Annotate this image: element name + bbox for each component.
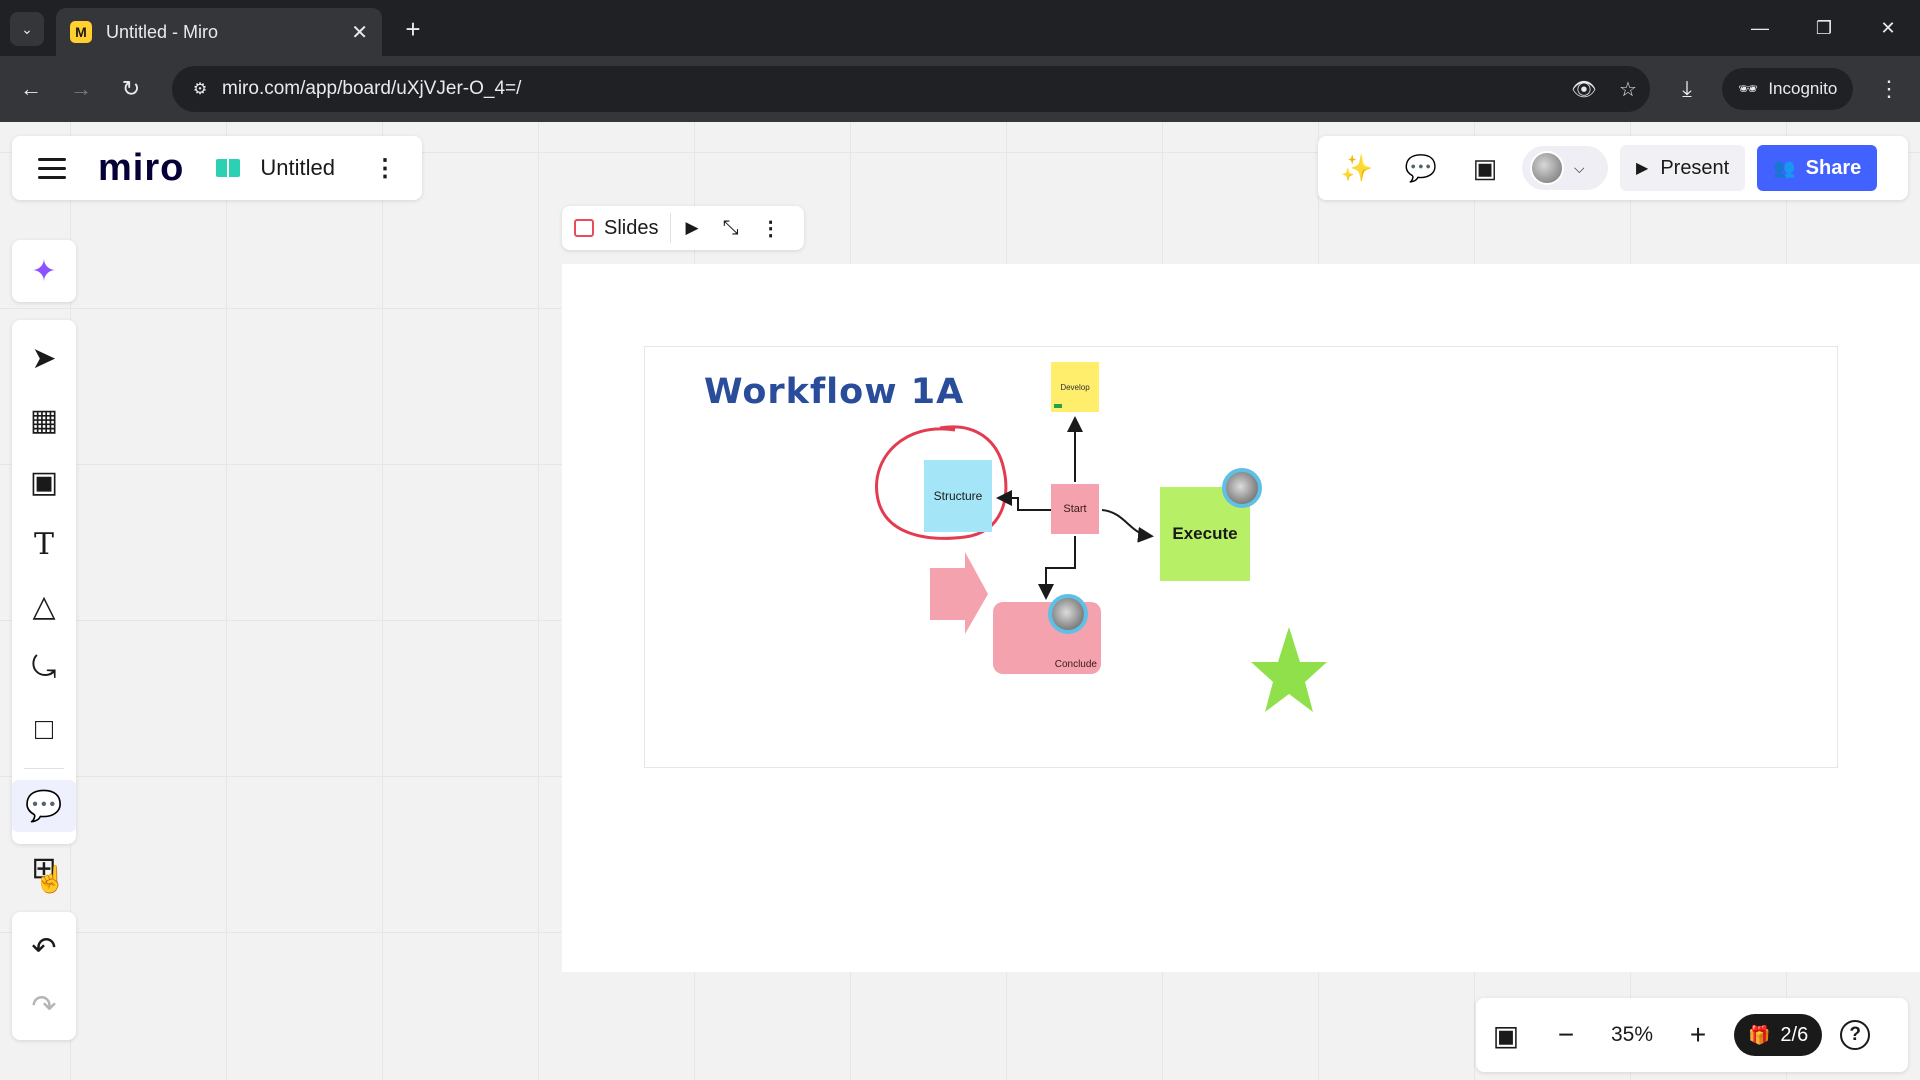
sticky-note-conclude-text: Conclude bbox=[1054, 659, 1097, 670]
templates-icon[interactable]: ▦ bbox=[12, 394, 76, 446]
tab-close-icon[interactable]: ✕ bbox=[351, 20, 368, 45]
chat-icon[interactable]: 💬 bbox=[1396, 148, 1446, 188]
zoom-in-icon[interactable]: + bbox=[1668, 1019, 1728, 1051]
zoom-level[interactable]: 35% bbox=[1596, 1023, 1668, 1047]
board-name[interactable]: Untitled bbox=[260, 155, 335, 181]
present-label: Present bbox=[1660, 156, 1730, 179]
download-icon[interactable]: ⤓ bbox=[1670, 72, 1704, 106]
address-bar[interactable]: ⚙ miro.com/app/board/uXjVJer-O_4=/ 👁 ☆ bbox=[172, 66, 1650, 112]
expand-icon[interactable]: ⤡ bbox=[723, 217, 739, 240]
divider bbox=[24, 768, 64, 769]
play-icon: ▶ bbox=[1636, 160, 1649, 177]
sticky-note-execute-text: Execute bbox=[1172, 524, 1238, 543]
present-button[interactable]: ▶ Present bbox=[1620, 145, 1746, 191]
star-icon[interactable]: ☆ bbox=[1606, 77, 1650, 102]
tab-title: Untitled - Miro bbox=[106, 21, 219, 42]
user-add-icon: 👥 bbox=[1773, 157, 1796, 178]
browser-tab-bar: ⌄ M Untitled - Miro ✕ + — ❐ ✕ bbox=[0, 0, 1920, 56]
sticky-note-start-text: Start bbox=[1063, 503, 1087, 515]
miro-favicon-icon: M bbox=[70, 21, 92, 43]
restore-icon[interactable]: ❐ bbox=[1804, 12, 1844, 44]
tool-sidebar: ➤ ▦ ▣ T △ ⤿ □ 💬 ⊞ bbox=[12, 320, 76, 885]
board-options-icon[interactable]: ⋮ bbox=[373, 154, 397, 183]
slides-toolbar: Slides ▶ ⤡ ⋮ bbox=[562, 206, 804, 250]
zoom-out-icon[interactable]: − bbox=[1536, 1019, 1596, 1051]
back-icon[interactable]: ← bbox=[14, 72, 48, 106]
lasso-icon[interactable]: ⤿ bbox=[12, 642, 76, 694]
avatar bbox=[1530, 151, 1564, 185]
incognito-label: Incognito bbox=[1768, 79, 1838, 98]
collaborator-avatar[interactable] bbox=[1048, 594, 1088, 634]
play-slides-icon[interactable]: ▶ bbox=[685, 218, 698, 238]
reload-icon[interactable]: ↻ bbox=[114, 72, 148, 106]
window-close-icon[interactable]: ✕ bbox=[1868, 12, 1908, 44]
video-call-icon[interactable]: ▣ bbox=[1460, 148, 1510, 188]
user-avatar-menu[interactable]: ⌵ bbox=[1522, 146, 1608, 190]
help-icon[interactable]: ? bbox=[1840, 1020, 1871, 1050]
browser-tab[interactable]: M Untitled - Miro ✕ bbox=[56, 8, 382, 56]
redo-icon[interactable]: ↷ bbox=[12, 980, 76, 1032]
browser-menu-icon[interactable]: ⋮ bbox=[1872, 72, 1906, 106]
board-canvas[interactable]: Workflow 1A Develop Structure Start Exec… bbox=[0, 122, 1920, 1080]
divider bbox=[670, 213, 672, 243]
text-tool-icon[interactable]: T bbox=[12, 518, 76, 570]
page-indicator[interactable]: 🎁 2/6 bbox=[1734, 1014, 1823, 1056]
incognito-icon: 🕶 bbox=[1738, 81, 1759, 98]
browser-toolbar: ← → ↻ ⚙ miro.com/app/board/uXjVJer-O_4=/… bbox=[0, 56, 1920, 122]
select-tool-icon[interactable]: ➤ bbox=[12, 332, 76, 384]
main-menu-icon[interactable] bbox=[38, 157, 66, 179]
url-text[interactable]: miro.com/app/board/uXjVJer-O_4=/ bbox=[222, 78, 1562, 100]
sticky-note-icon[interactable]: ▣ bbox=[12, 456, 76, 508]
comment-icon[interactable]: 💬 bbox=[12, 780, 76, 832]
sticky-note-develop-text: Develop bbox=[1060, 382, 1090, 392]
slides-icon bbox=[574, 219, 594, 237]
tab-search-icon[interactable]: ⌄ bbox=[10, 12, 44, 46]
sticky-note-structure[interactable]: Structure bbox=[924, 460, 992, 532]
fit-to-screen-icon[interactable]: ▣ bbox=[1476, 1019, 1536, 1052]
board-header: miro Untitled ⋮ bbox=[12, 136, 422, 200]
sparkle-icon: ✦ bbox=[31, 254, 57, 288]
tag-marker bbox=[1054, 404, 1062, 408]
page-count: 2/6 bbox=[1780, 1023, 1809, 1046]
site-settings-icon[interactable]: ⚙ bbox=[178, 79, 222, 99]
forward-icon[interactable]: → bbox=[64, 72, 98, 106]
sticky-note-develop[interactable]: Develop bbox=[1051, 362, 1099, 412]
more-options-icon[interactable]: ⋮ bbox=[761, 216, 781, 241]
incognito-badge[interactable]: 🕶 Incognito bbox=[1722, 68, 1854, 110]
share-button[interactable]: 👥 Share bbox=[1757, 145, 1878, 191]
new-tab-icon[interactable]: + bbox=[396, 12, 430, 46]
minimize-icon[interactable]: — bbox=[1740, 12, 1780, 44]
slides-label[interactable]: Slides bbox=[604, 217, 658, 240]
ai-assist-button[interactable]: ✦ bbox=[12, 240, 76, 302]
history-panel: ↶ ↷ bbox=[12, 912, 76, 1040]
sticky-note-start[interactable]: Start bbox=[1051, 484, 1099, 534]
shapes-icon[interactable]: △ bbox=[12, 580, 76, 632]
zoom-toolbar: ▣ − 35% + 🎁 2/6 ? bbox=[1476, 998, 1908, 1072]
share-label: Share bbox=[1805, 156, 1862, 179]
frame-title[interactable]: Workflow 1A bbox=[704, 372, 964, 412]
undo-icon[interactable]: ↶ bbox=[12, 922, 76, 974]
eye-off-icon[interactable]: 👁 bbox=[1562, 77, 1606, 102]
collaboration-toolbar: ✨ 💬 ▣ ⌵ ▶ Present 👥 Share bbox=[1318, 136, 1908, 200]
frame-tool-icon[interactable]: □ bbox=[12, 704, 76, 756]
board-book-icon bbox=[216, 159, 241, 177]
chevron-down-icon: ⌵ bbox=[1574, 159, 1585, 176]
sticky-note-structure-text: Structure bbox=[933, 489, 983, 503]
miro-logo[interactable]: miro bbox=[98, 147, 184, 190]
reactions-icon[interactable]: ✨ bbox=[1332, 148, 1382, 188]
hand-cursor-icon: ☝ bbox=[34, 864, 67, 894]
gift-icon: 🎁 bbox=[1748, 1024, 1771, 1045]
collaborator-avatar[interactable] bbox=[1222, 468, 1262, 508]
